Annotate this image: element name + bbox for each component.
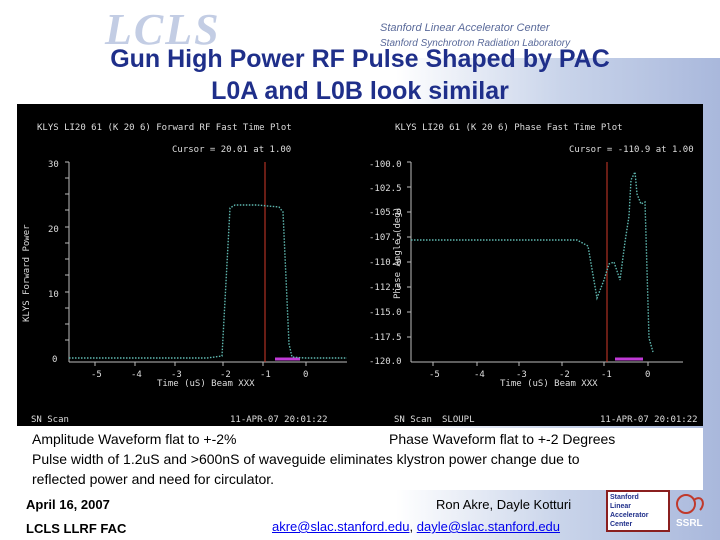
right-plot-footer-right: 11-APR-07 20:01:22 xyxy=(600,415,698,425)
left-ytick-3: 0 xyxy=(52,355,57,365)
ssrl-label: SSRL xyxy=(676,518,703,529)
note-amplitude: Amplitude Waveform flat to +-2% xyxy=(32,431,237,447)
right-ytick-7: -117.5 xyxy=(369,333,402,343)
left-forward-power-trace xyxy=(69,204,347,359)
right-ytick-6: -115.0 xyxy=(369,308,402,318)
slac-logo-line1: Stanford xyxy=(610,494,639,501)
right-xtick-1: -4 xyxy=(474,370,485,380)
left-xtick-0: -5 xyxy=(91,370,102,380)
right-plot-cursor: Cursor = -110.9 at 1.00 xyxy=(569,145,694,155)
waveform-plots: KLYS LI20 61 (K 20 6) Forward RF Fast Ti… xyxy=(22,123,698,425)
left-xtick-1: -4 xyxy=(131,370,142,380)
right-plot-footer-left: SN Scan xyxy=(394,415,432,425)
right-ytick-8: -120.0 xyxy=(369,357,402,367)
note-reflected-power: reflected power and need for circulator. xyxy=(32,471,275,487)
left-plot-footer-right: 11-APR-07 20:01:22 xyxy=(230,415,328,425)
org-line-slac: Stanford Linear Accelerator Center xyxy=(380,22,550,34)
left-plot-ylabel: KLYS Forward Power xyxy=(22,224,32,322)
slac-logo-line3: Accelerator xyxy=(610,512,649,519)
email-dayle-link[interactable]: dayle@slac.stanford.edu xyxy=(417,519,560,534)
left-xtick-4: -1 xyxy=(260,370,271,380)
notes-box: Amplitude Waveform flat to +-2% Phase Wa… xyxy=(18,428,703,490)
left-ytick-1: 20 xyxy=(48,225,59,235)
right-plot-ylabel: Phase Angle (deg) xyxy=(393,207,403,299)
right-xtick-4: -1 xyxy=(601,370,612,380)
footer-date: April 16, 2007 xyxy=(26,497,110,512)
waveform-screenshot: KLYS LI20 61 (K 20 6) Forward RF Fast Ti… xyxy=(17,104,703,426)
right-xtick-5: 0 xyxy=(645,370,650,380)
slac-logo-line2: Linear xyxy=(610,503,632,510)
right-phase-trace xyxy=(411,169,654,353)
right-plot-title: KLYS LI20 61 (K 20 6) Phase Fast Time Pl… xyxy=(395,123,623,133)
left-ytick-2: 10 xyxy=(48,290,59,300)
email-akre-link[interactable]: akre@slac.stanford.edu xyxy=(272,519,410,534)
ssrl-ring-icon xyxy=(676,494,704,514)
note-phase: Phase Waveform flat to +-2 Degrees xyxy=(389,431,616,447)
right-ytick-0: -100.0 xyxy=(369,160,402,170)
note-pulse-width: Pulse width of 1.2uS and >600nS of waveg… xyxy=(32,451,580,467)
left-ytick-0: 30 xyxy=(48,160,59,170)
slide-title-line1: Gun High Power RF Pulse Shaped by PAC xyxy=(110,45,610,73)
email-separator: , xyxy=(409,519,417,534)
slac-logo-line4: Center xyxy=(610,521,633,528)
footer-org: LCLS LLRF FAC xyxy=(26,521,127,536)
right-ytick-1: -102.5 xyxy=(369,184,402,194)
footer-emails: akre@slac.stanford.edu, dayle@slac.stanf… xyxy=(272,519,560,534)
right-plot-footer-mid: SLOUPL xyxy=(442,415,475,425)
slide-title-line2: L0A and L0B look similar xyxy=(211,77,509,105)
left-plot-title: KLYS LI20 61 (K 20 6) Forward RF Fast Ti… xyxy=(37,123,292,133)
slac-logo: Stanford Linear Accelerator Center SSRL xyxy=(606,490,710,536)
left-xtick-5: 0 xyxy=(303,370,308,380)
footer-authors: Ron Akre, Dayle Kotturi xyxy=(436,497,572,512)
right-xtick-0: -5 xyxy=(429,370,440,380)
left-plot-footer-left: SN Scan xyxy=(31,415,69,425)
right-plot-xlabel: Time (uS) Beam XXX xyxy=(500,379,598,389)
left-plot-xlabel: Time (uS) Beam XXX xyxy=(157,379,255,389)
left-plot-cursor: Cursor = 20.01 at 1.00 xyxy=(172,145,291,155)
